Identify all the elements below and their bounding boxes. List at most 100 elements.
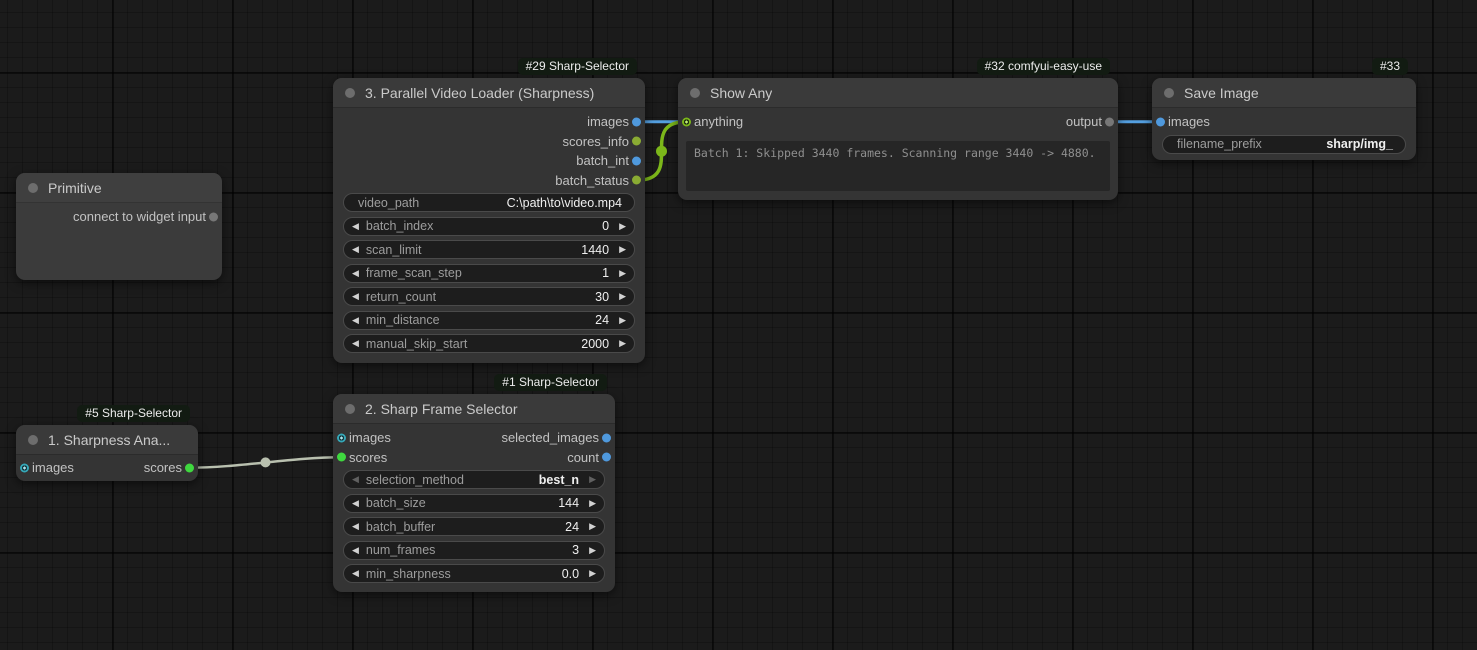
widget-value: 24 [565, 520, 579, 534]
decrement-icon[interactable]: ◀ [352, 546, 359, 555]
node-header[interactable]: 2. Sharp Frame Selector [333, 394, 615, 424]
input-socket-scores[interactable] [337, 453, 346, 462]
slot-row: batch_int [333, 151, 645, 171]
input-label: scores [349, 450, 387, 465]
decrement-icon[interactable]: ◀ [352, 339, 359, 348]
increment-icon[interactable]: ▶ [619, 316, 626, 325]
increment-icon[interactable]: ▶ [619, 222, 626, 231]
increment-icon[interactable]: ▶ [589, 569, 596, 578]
output-label: connect to widget input [73, 209, 206, 224]
output-socket-output[interactable] [1105, 117, 1114, 126]
decrement-icon[interactable]: ◀ [352, 292, 359, 301]
node-title: 3. Parallel Video Loader (Sharpness) [365, 85, 594, 101]
input-socket-images[interactable] [1156, 117, 1165, 126]
widget-label: manual_skip_start [366, 337, 581, 351]
collapse-dot-icon[interactable] [1164, 88, 1174, 98]
output-socket-connect-to-widget-input[interactable] [209, 212, 218, 221]
increment-icon[interactable]: ▶ [589, 522, 596, 531]
output-socket-scores[interactable] [185, 463, 194, 472]
slot-row: batch_status [333, 171, 645, 191]
decrement-icon[interactable]: ◀ [352, 475, 359, 484]
widget-value: 2000 [581, 337, 609, 351]
node-header[interactable]: Show Any [678, 78, 1118, 108]
output-socket-images[interactable] [632, 117, 641, 126]
input-socket-anything[interactable] [682, 117, 691, 126]
widget-return-count[interactable]: ◀ return_count 30 ▶ [343, 287, 635, 306]
widget-num-frames[interactable]: ◀ num_frames 3 ▶ [343, 541, 605, 560]
input-label: images [1168, 114, 1210, 129]
widget-batch-size[interactable]: ◀ batch_size 144 ▶ [343, 494, 605, 513]
widget-value: 1440 [581, 243, 609, 257]
increment-icon[interactable]: ▶ [589, 475, 596, 484]
widget-label: selection_method [366, 473, 539, 487]
node-graph-canvas[interactable]: Primitive connect to widget input #29 Sh… [0, 0, 1477, 650]
decrement-icon[interactable]: ◀ [352, 222, 359, 231]
input-socket-images[interactable] [337, 433, 346, 442]
widget-manual-skip-start[interactable]: ◀ manual_skip_start 2000 ▶ [343, 334, 635, 353]
node-save-image[interactable]: #33 Save Image images filename_prefix sh… [1152, 78, 1416, 160]
widget-min-distance[interactable]: ◀ min_distance 24 ▶ [343, 311, 635, 330]
output-label: count [567, 450, 599, 465]
widget-label: frame_scan_step [366, 266, 602, 280]
output-label: scores [144, 460, 182, 475]
node-primitive[interactable]: Primitive connect to widget input [16, 173, 222, 280]
decrement-icon[interactable]: ◀ [352, 269, 359, 278]
output-label: images [587, 114, 629, 129]
decrement-icon[interactable]: ◀ [352, 522, 359, 531]
node-header[interactable]: Save Image [1152, 78, 1416, 108]
increment-icon[interactable]: ▶ [619, 339, 626, 348]
widget-value: sharp/img_ [1326, 137, 1393, 151]
node-header[interactable]: Primitive [16, 173, 222, 203]
widget-filename-prefix[interactable]: filename_prefix sharp/img_ [1162, 135, 1406, 154]
widget-min-sharpness[interactable]: ◀ min_sharpness 0.0 ▶ [343, 564, 605, 583]
widget-value: 3 [572, 543, 579, 557]
node-id-badge: #32 comfyui-easy-use [977, 58, 1110, 75]
display-text: Batch 1: Skipped 3440 frames. Scanning r… [686, 141, 1110, 191]
output-label: selected_images [501, 430, 599, 445]
widget-scan-limit[interactable]: ◀ scan_limit 1440 ▶ [343, 240, 635, 259]
widget-value: 144 [558, 496, 579, 510]
output-socket-selected-images[interactable] [602, 433, 611, 442]
decrement-icon[interactable]: ◀ [352, 245, 359, 254]
output-socket-count[interactable] [602, 453, 611, 462]
node-show-any[interactable]: #32 comfyui-easy-use Show Any anything o… [678, 78, 1118, 200]
decrement-icon[interactable]: ◀ [352, 316, 359, 325]
collapse-dot-icon[interactable] [28, 435, 38, 445]
increment-icon[interactable]: ▶ [589, 546, 596, 555]
widget-batch-buffer[interactable]: ◀ batch_buffer 24 ▶ [343, 517, 605, 536]
link-midpoint-dot[interactable] [656, 146, 667, 157]
node-title: 2. Sharp Frame Selector [365, 401, 518, 417]
widget-selection-method[interactable]: ◀ selection_method best_n ▶ [343, 470, 605, 489]
node-id-badge: #5 Sharp-Selector [77, 405, 190, 422]
output-socket-batch-status[interactable] [632, 176, 641, 185]
widget-value: 30 [595, 290, 609, 304]
widget-value: best_n [539, 473, 579, 487]
node-header[interactable]: 3. Parallel Video Loader (Sharpness) [333, 78, 645, 108]
collapse-dot-icon[interactable] [345, 88, 355, 98]
decrement-icon[interactable]: ◀ [352, 499, 359, 508]
slot-row: scores count [333, 448, 615, 468]
link-midpoint-dot[interactable] [261, 457, 271, 467]
widget-frame-scan-step[interactable]: ◀ frame_scan_step 1 ▶ [343, 264, 635, 283]
widget-value: 0 [602, 219, 609, 233]
widget-video-path[interactable]: video_path C:\path\to\video.mp4 [343, 193, 635, 212]
slot-row: connect to widget input [16, 207, 222, 227]
increment-icon[interactable]: ▶ [619, 292, 626, 301]
node-header[interactable]: 1. Sharpness Ana... [16, 425, 198, 455]
input-socket-images[interactable] [20, 463, 29, 472]
node-sharp-frame-selector[interactable]: #1 Sharp-Selector 2. Sharp Frame Selecto… [333, 394, 615, 592]
increment-icon[interactable]: ▶ [619, 245, 626, 254]
increment-icon[interactable]: ▶ [589, 499, 596, 508]
node-sharpness-analyzer[interactable]: #5 Sharp-Selector 1. Sharpness Ana... im… [16, 425, 198, 481]
increment-icon[interactable]: ▶ [619, 269, 626, 278]
node-parallel-video-loader[interactable]: #29 Sharp-Selector 3. Parallel Video Loa… [333, 78, 645, 363]
collapse-dot-icon[interactable] [345, 404, 355, 414]
slot-row: anything output [678, 112, 1118, 132]
collapse-dot-icon[interactable] [28, 183, 38, 193]
output-socket-batch-int[interactable] [632, 156, 641, 165]
widget-label: min_sharpness [366, 567, 562, 581]
output-socket-scores-info[interactable] [632, 137, 641, 146]
widget-batch-index[interactable]: ◀ batch_index 0 ▶ [343, 217, 635, 236]
decrement-icon[interactable]: ◀ [352, 569, 359, 578]
collapse-dot-icon[interactable] [690, 88, 700, 98]
